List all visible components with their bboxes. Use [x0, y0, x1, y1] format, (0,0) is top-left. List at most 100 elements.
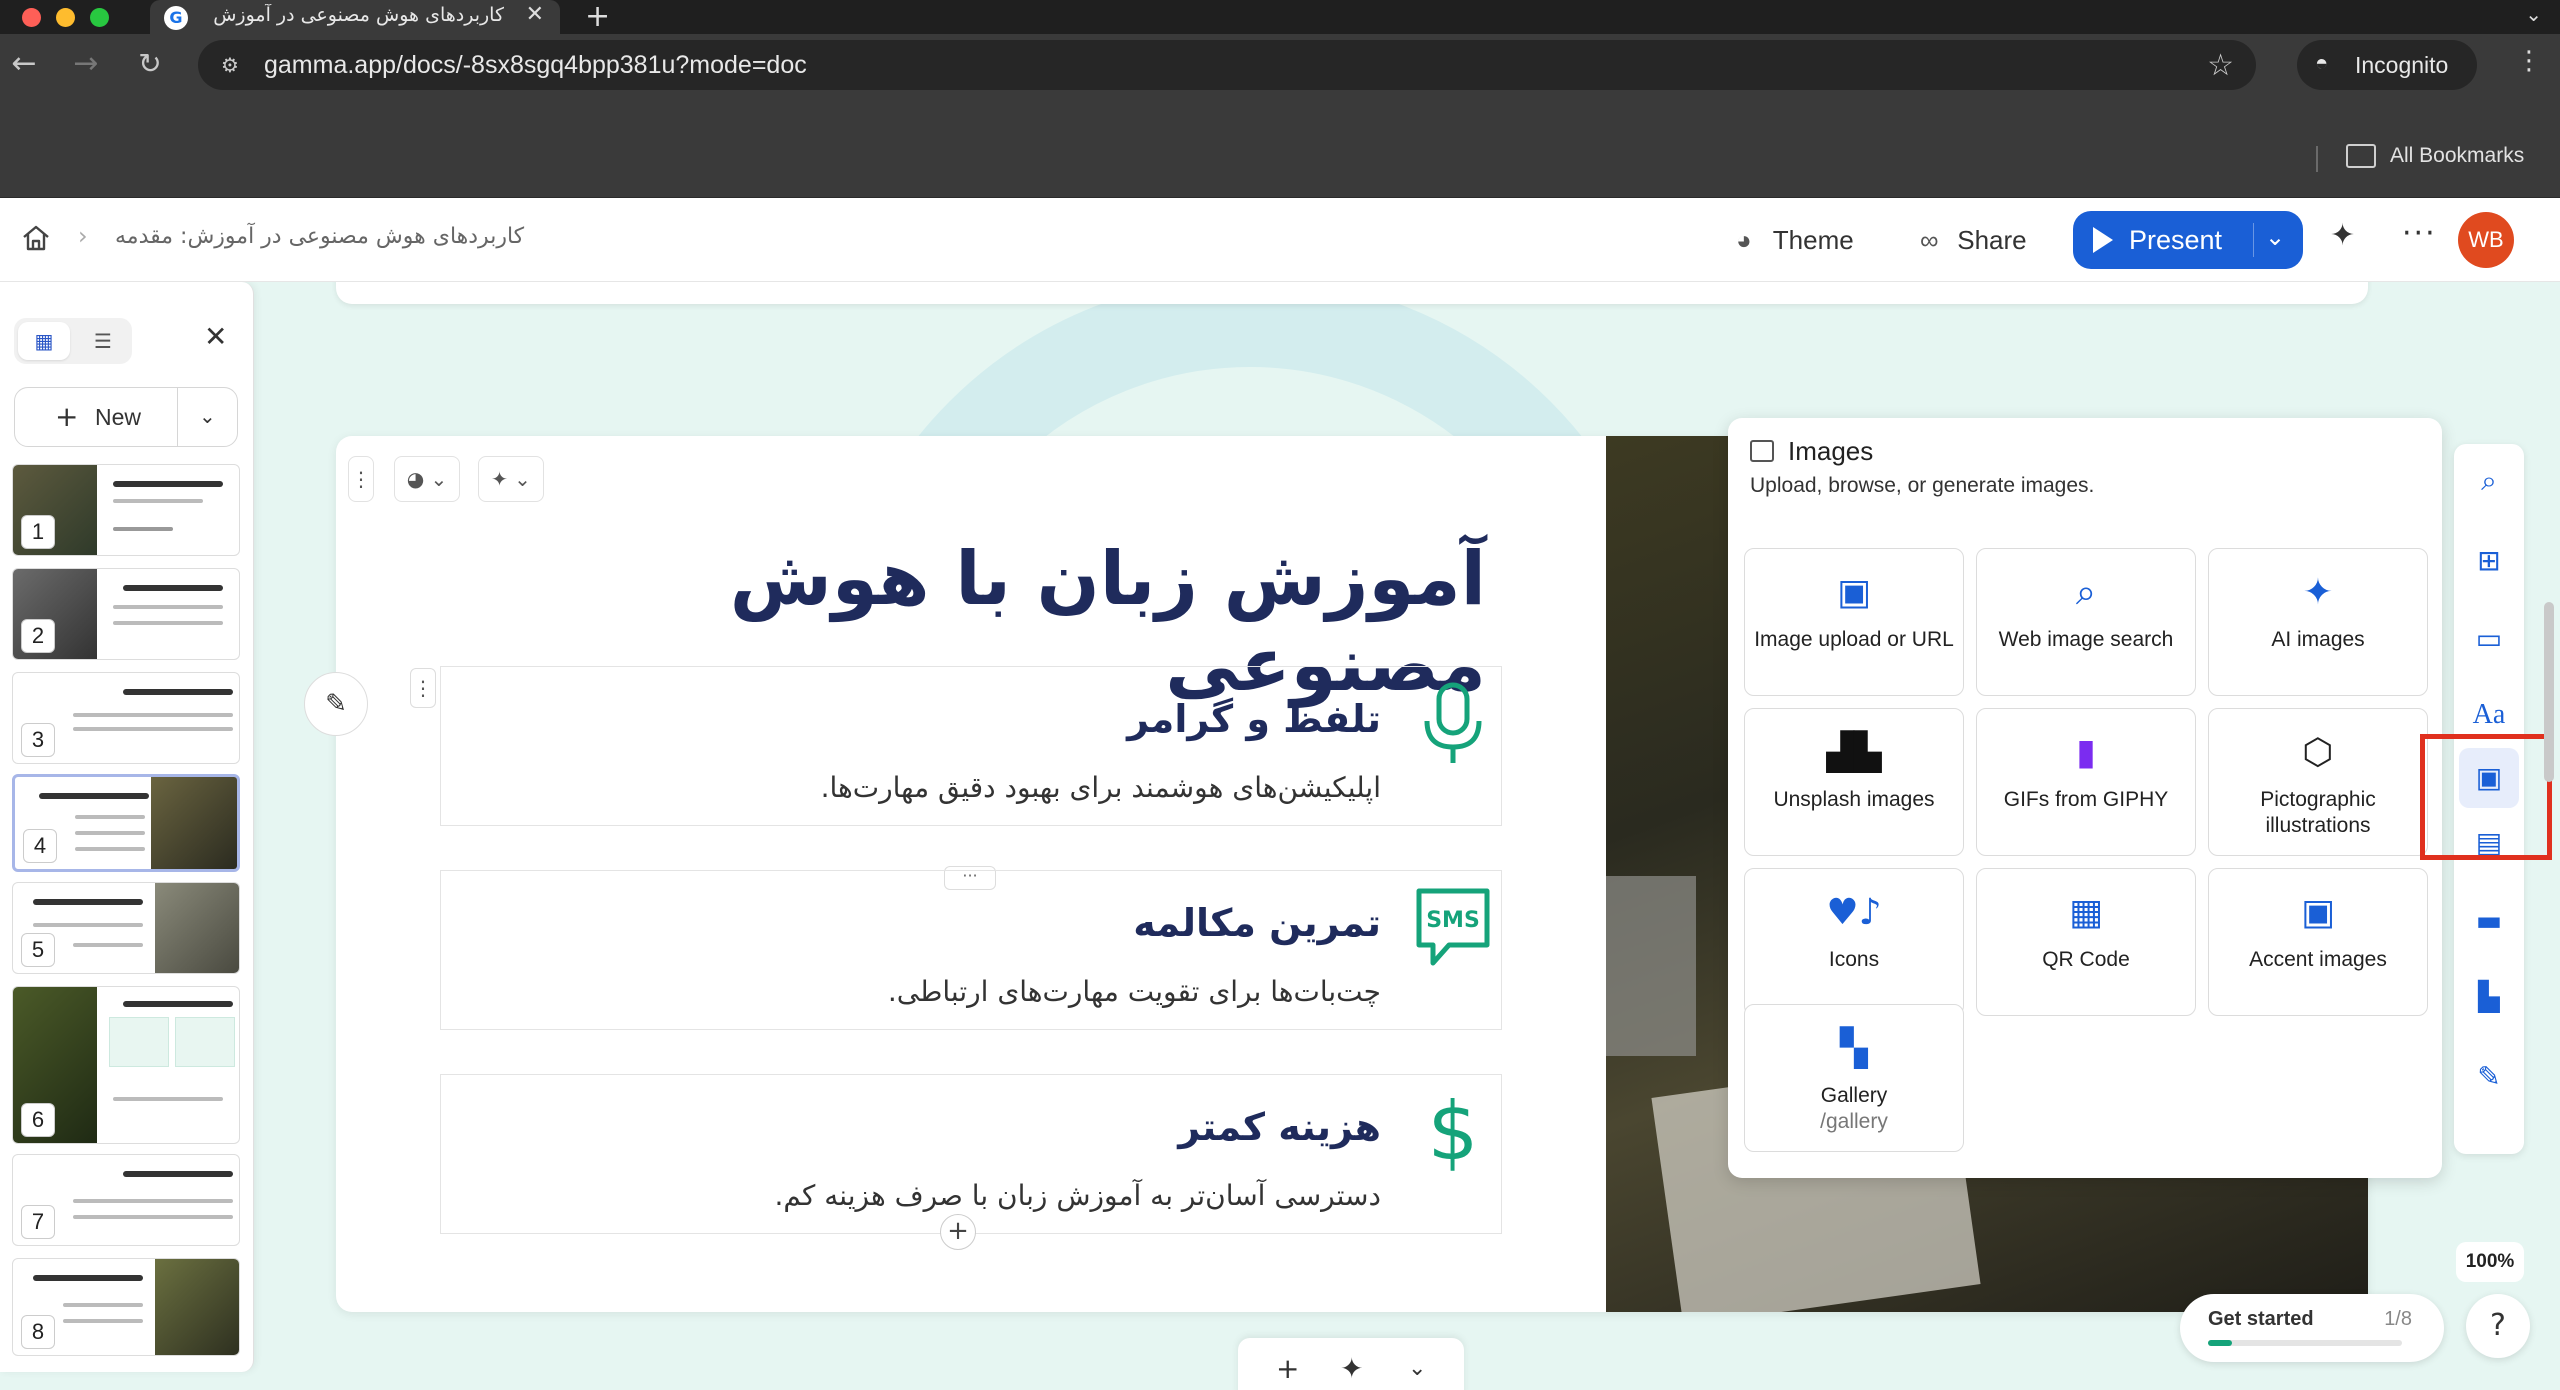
present-button[interactable]: Present ⌄: [2073, 211, 2303, 269]
slide-thumbnail[interactable]: 1: [12, 464, 240, 556]
icons-option[interactable]: ♥♪ Icons: [1744, 868, 1964, 1016]
new-tab-button[interactable]: +: [585, 0, 610, 34]
add-block-icon[interactable]: +: [940, 1214, 976, 1250]
card-ai-sparkle-icon[interactable]: ✦ ⌄: [478, 456, 544, 502]
gallery-option[interactable]: ▚ Gallery /gallery: [1744, 1004, 1964, 1152]
breadcrumb[interactable]: کاربردهای هوش مصنوعی در آموزش: مقدمه: [115, 224, 524, 249]
chevron-down-icon[interactable]: ⌄: [1408, 1356, 1426, 1381]
url-text[interactable]: gamma.app/docs/-8sx8sgq4bpp381u?mode=doc: [264, 51, 807, 80]
forward-arrow-icon[interactable]: →: [66, 44, 106, 84]
sms-icon: SMS: [1416, 888, 1490, 966]
home-icon[interactable]: [20, 222, 52, 254]
more-options-icon[interactable]: ···: [2402, 216, 2437, 251]
embed-icon[interactable]: ▬: [2464, 896, 2514, 946]
add-card-icon[interactable]: ⊞: [2464, 536, 2514, 586]
thumbnail-line: [73, 713, 233, 717]
comment-icon[interactable]: ✎: [304, 672, 368, 736]
sparkle-icon: ✦: [2302, 572, 2334, 613]
reload-icon[interactable]: ↻: [130, 44, 170, 84]
bookmark-star-icon[interactable]: ☆: [2207, 48, 2234, 83]
help-icon[interactable]: ?: [2466, 1294, 2530, 1358]
text-style-icon[interactable]: Aa: [2464, 690, 2514, 740]
card-style-palette-icon[interactable]: ◕ ⌄: [394, 456, 460, 502]
gallery-label: Gallery: [1820, 1084, 1888, 1107]
feature-title: هزینه کمتر: [1178, 1105, 1381, 1149]
feature-item[interactable]: SMS تمرین مکالمه چت‌بات‌ها برای تقویت مه…: [440, 870, 1502, 1030]
slide-thumbnail-active[interactable]: 4: [12, 774, 240, 872]
slide-thumbnail[interactable]: 8: [12, 1258, 240, 1356]
giphy-option[interactable]: ▮ GIFs from GIPHY: [1976, 708, 2196, 856]
avatar[interactable]: WB: [2458, 212, 2514, 268]
tab-search-chevron-icon[interactable]: ⌄: [2525, 2, 2542, 26]
qr-code-option[interactable]: ▦ QR Code: [1976, 868, 2196, 1016]
thumbnail-line: [75, 815, 145, 819]
scrollbar[interactable]: [2544, 602, 2554, 782]
block-handle-icon[interactable]: ⋮: [410, 668, 436, 708]
maximize-window-button[interactable]: [90, 8, 109, 27]
accent-images-option[interactable]: ▣ Accent images: [2208, 868, 2428, 1016]
theme-button[interactable]: ◕ Theme: [1736, 218, 1854, 262]
ai-sparkle-icon[interactable]: ✦: [2330, 218, 2355, 253]
new-options-chevron-icon[interactable]: ⌄: [199, 404, 216, 428]
folder-icon: [2346, 144, 2376, 168]
tab-title: کاربردهای هوش مصنوعی در آموزش: [213, 4, 504, 26]
thumbnail-title: [123, 585, 223, 591]
web-image-search-option[interactable]: ⌕ Web image search: [1976, 548, 2196, 696]
thumbnail-title: [39, 793, 149, 799]
gamma-favicon-icon: G: [164, 6, 188, 30]
svg-text:SMS: SMS: [1426, 908, 1480, 933]
image-upload-icon: ▣: [1836, 572, 1871, 613]
previous-slide-card[interactable]: [336, 282, 2368, 304]
ai-sparkle-icon[interactable]: ✦: [1340, 1352, 1363, 1385]
feature-item[interactable]: تلفظ و گرامر اپلیکیشن‌های هوشمند برای به…: [440, 666, 1502, 826]
image-upload-option[interactable]: ▣ Image upload or URL: [1744, 548, 1964, 696]
slide-thumbnail[interactable]: 2: [12, 568, 240, 660]
tab-close-icon[interactable]: ✕: [526, 2, 544, 27]
slide-thumbnail[interactable]: 6: [12, 986, 240, 1144]
close-window-button[interactable]: [22, 8, 41, 27]
browser-menu-icon[interactable]: ⋮: [2516, 46, 2542, 76]
get-started-label: Get started: [2208, 1308, 2314, 1330]
address-bar[interactable]: ⚙ gamma.app/docs/-8sx8sgq4bpp381u?mode=d…: [198, 40, 2256, 90]
incognito-indicator[interactable]: ◓ Incognito: [2297, 40, 2477, 90]
chart-icon[interactable]: ▙: [2464, 972, 2514, 1022]
feature-item[interactable]: $ هزینه کمتر دسترسی آسان‌تر به آموزش زبا…: [440, 1074, 1502, 1234]
share-button[interactable]: ∞ Share: [1920, 218, 2027, 262]
ai-images-option[interactable]: ✦ AI images: [2208, 548, 2428, 696]
view-toggle: ▦ ☰: [14, 318, 132, 364]
progress-bar: [2208, 1340, 2402, 1346]
editor-canvas: ▦ ☰ ✕ + New ⌄ 1 2 3 4 5 6 7 8 ⋮ ◕ ⌄ ✦ ⌄ …: [0, 282, 2560, 1390]
present-options-chevron-icon[interactable]: ⌄: [2265, 223, 2285, 252]
zoom-level[interactable]: 100%: [2456, 1242, 2524, 1282]
bottom-toolbar: + ✦ ⌄: [1238, 1338, 1464, 1390]
feature-description: اپلیکیشن‌های هوشمند برای بهبود دقیق مهار…: [820, 771, 1381, 804]
site-settings-icon[interactable]: ⚙: [216, 51, 244, 79]
option-label: Icons: [1828, 948, 1880, 971]
all-bookmarks-link[interactable]: All Bookmarks: [2390, 144, 2524, 168]
search-icon[interactable]: ⌕: [2464, 456, 2514, 506]
new-card-button[interactable]: + New ⌄: [14, 387, 238, 447]
get-started-widget[interactable]: Get started 1/8: [2180, 1294, 2444, 1362]
edit-icon[interactable]: ✎: [2464, 1052, 2514, 1102]
browser-tab[interactable]: G کاربردهای هوش مصنوعی در آموزش ✕: [150, 0, 560, 34]
layout-icon[interactable]: ▭: [2464, 614, 2514, 664]
slide-thumbnail[interactable]: 7: [12, 1154, 240, 1246]
drag-handle-icon[interactable]: ⋮: [348, 456, 374, 502]
slide-thumbnail[interactable]: 5: [12, 882, 240, 974]
list-view-icon[interactable]: ☰: [78, 322, 128, 360]
option-label: Pictographic illustrations: [2260, 788, 2376, 837]
slides-panel: ▦ ☰ ✕ + New ⌄ 1 2 3 4 5 6 7 8: [0, 282, 254, 1372]
thumbnail-title: [113, 481, 223, 487]
pictographic-option[interactable]: ⬡ Pictographic illustrations: [2208, 708, 2428, 856]
slide-thumbnail[interactable]: 3: [12, 672, 240, 764]
unsplash-option[interactable]: ▟▙ Unsplash images: [1744, 708, 1964, 856]
play-icon: [2093, 227, 2113, 253]
thumbnail-line: [75, 847, 145, 851]
minimize-window-button[interactable]: [56, 8, 75, 27]
icons-icon: ♥♪: [1826, 892, 1882, 933]
grid-view-icon[interactable]: ▦: [18, 322, 70, 360]
close-panel-icon[interactable]: ✕: [204, 320, 227, 353]
add-icon[interactable]: +: [1276, 1352, 1299, 1385]
gallery-shortcut: /gallery: [1820, 1110, 1888, 1133]
back-arrow-icon[interactable]: ←: [4, 44, 44, 84]
